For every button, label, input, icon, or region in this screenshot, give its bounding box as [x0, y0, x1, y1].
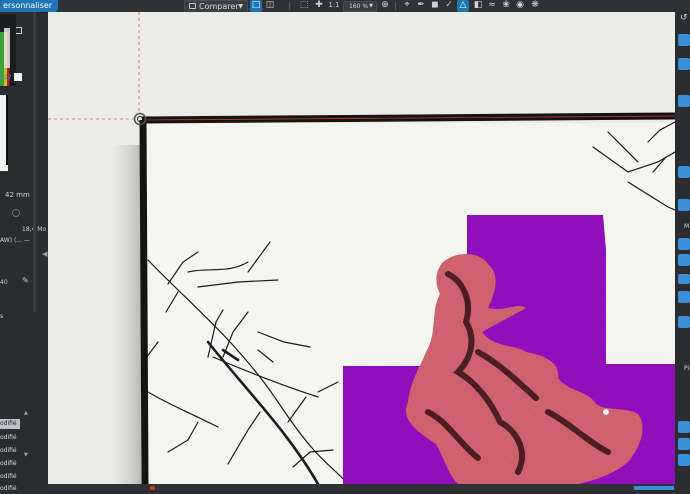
panel-toggle-10[interactable] — [678, 316, 690, 328]
history-item[interactable]: odifié — [0, 433, 20, 443]
chevron-down-icon: ▼ — [238, 3, 243, 10]
toolbar-separator — [289, 2, 290, 10]
toolbar-separator — [395, 2, 396, 10]
panel-toggle-3[interactable] — [678, 95, 690, 107]
zoom-in-icon: ⊕ — [381, 0, 389, 10]
eye-button[interactable]: ◉ — [514, 0, 526, 12]
eyedropper-button[interactable]: ✒ — [415, 0, 427, 12]
history-item[interactable]: odifié — [0, 472, 20, 482]
brush-button[interactable]: ✓ — [443, 0, 455, 12]
crop-icon: ⌖ — [404, 0, 410, 10]
healing-button[interactable]: ≈ — [486, 0, 498, 12]
histogram-readout: 222 — [0, 74, 12, 81]
move-button[interactable]: ✚ — [313, 0, 325, 12]
scroll-up-icon[interactable]: ▲ — [24, 410, 28, 416]
undo-icon[interactable]: ↺ — [680, 13, 688, 23]
settings-button[interactable]: ❋ — [529, 0, 541, 12]
tab-personnaliser[interactable]: ersonnaliser — [0, 0, 59, 12]
collapse-left-panel-icon[interactable]: ◀ — [42, 250, 47, 258]
metadata-value: 40 — [0, 279, 8, 286]
panel-toggle-9[interactable] — [678, 291, 690, 303]
crop-button[interactable]: ⌖ — [401, 0, 413, 12]
single-view-button[interactable]: □ — [250, 0, 262, 12]
file-format: AW) (... — — [0, 237, 30, 244]
split-view-button[interactable]: ◫ — [264, 0, 276, 12]
navigator-thumbnail[interactable] — [0, 95, 8, 171]
eye-icon: ◉ — [516, 0, 524, 10]
single-view-icon: □ — [251, 0, 261, 10]
repair-button[interactable]: ❀ — [500, 0, 512, 12]
zoom-in-button[interactable]: ⊕ — [379, 0, 391, 12]
panel-toggle-5[interactable] — [678, 199, 690, 211]
scroll-down-icon[interactable]: ▼ — [24, 452, 28, 458]
bottom-marker — [150, 486, 155, 490]
repair-icon: ❀ — [502, 0, 510, 10]
panel-toggle-8[interactable] — [678, 274, 690, 284]
history-item[interactable]: odifié — [0, 419, 20, 429]
panel-toggle-4[interactable] — [678, 166, 690, 178]
metadata-label: s — [0, 313, 4, 320]
pencil-icon[interactable]: ✎ — [22, 276, 29, 285]
panel-toggle-6[interactable] — [678, 238, 690, 250]
history-item[interactable]: odifié — [0, 484, 20, 494]
history-item[interactable]: odifié — [0, 459, 20, 469]
settings-icon: ❋ — [531, 0, 539, 10]
compare-icon — [189, 3, 196, 9]
eyedropper-icon: ✒ — [417, 0, 425, 10]
one-to-one-button[interactable]: 1:1 — [327, 0, 341, 12]
panel-toggle-12[interactable] — [678, 438, 690, 450]
panel-toggle-13[interactable] — [678, 454, 690, 466]
compare-label: Comparer — [199, 2, 239, 11]
perspective-button[interactable]: △ — [457, 0, 469, 12]
chevron-down-icon: ▼ — [369, 3, 373, 9]
healing-icon: ≈ — [488, 0, 496, 10]
panel-toggle-7[interactable] — [678, 254, 690, 266]
panel-toggle-2[interactable] — [678, 58, 690, 70]
split-view-icon: ◫ — [265, 0, 275, 10]
move-icon: ✚ — [315, 0, 323, 10]
rotate-icon: ⬚ — [299, 0, 309, 10]
zoom-select[interactable]: 160 % ▼ — [343, 1, 377, 12]
image-viewer[interactable] — [48, 12, 675, 484]
gradient-icon: ◧ — [473, 0, 483, 10]
white-point-swatch[interactable] — [14, 73, 22, 81]
bottom-bar — [48, 484, 675, 490]
panel-label-m: M — [684, 223, 690, 230]
perspective-icon: △ — [459, 0, 467, 10]
panel-toggle-11[interactable] — [678, 421, 690, 433]
rotate-button[interactable]: ⬚ — [298, 0, 310, 12]
histogram-highlight — [4, 28, 10, 68]
focal-length: 42 mm — [5, 191, 30, 199]
zoom-value: 160 % — [349, 3, 369, 10]
panel-toggle-1[interactable] — [678, 34, 690, 46]
straighten-button[interactable]: ◼ — [429, 0, 441, 12]
history-item[interactable]: odifié — [0, 446, 20, 456]
right-panel — [675, 12, 690, 490]
brush-icon: ✓ — [445, 0, 453, 10]
left-panel-scrollbar[interactable] — [33, 12, 36, 312]
bottom-button[interactable] — [634, 486, 674, 490]
panel-label-pi: Pi — [684, 365, 690, 372]
gradient-button[interactable]: ◧ — [472, 0, 484, 12]
person-icon — [12, 209, 20, 217]
straighten-icon: ◼ — [431, 0, 439, 10]
frame-shadow — [110, 145, 141, 484]
